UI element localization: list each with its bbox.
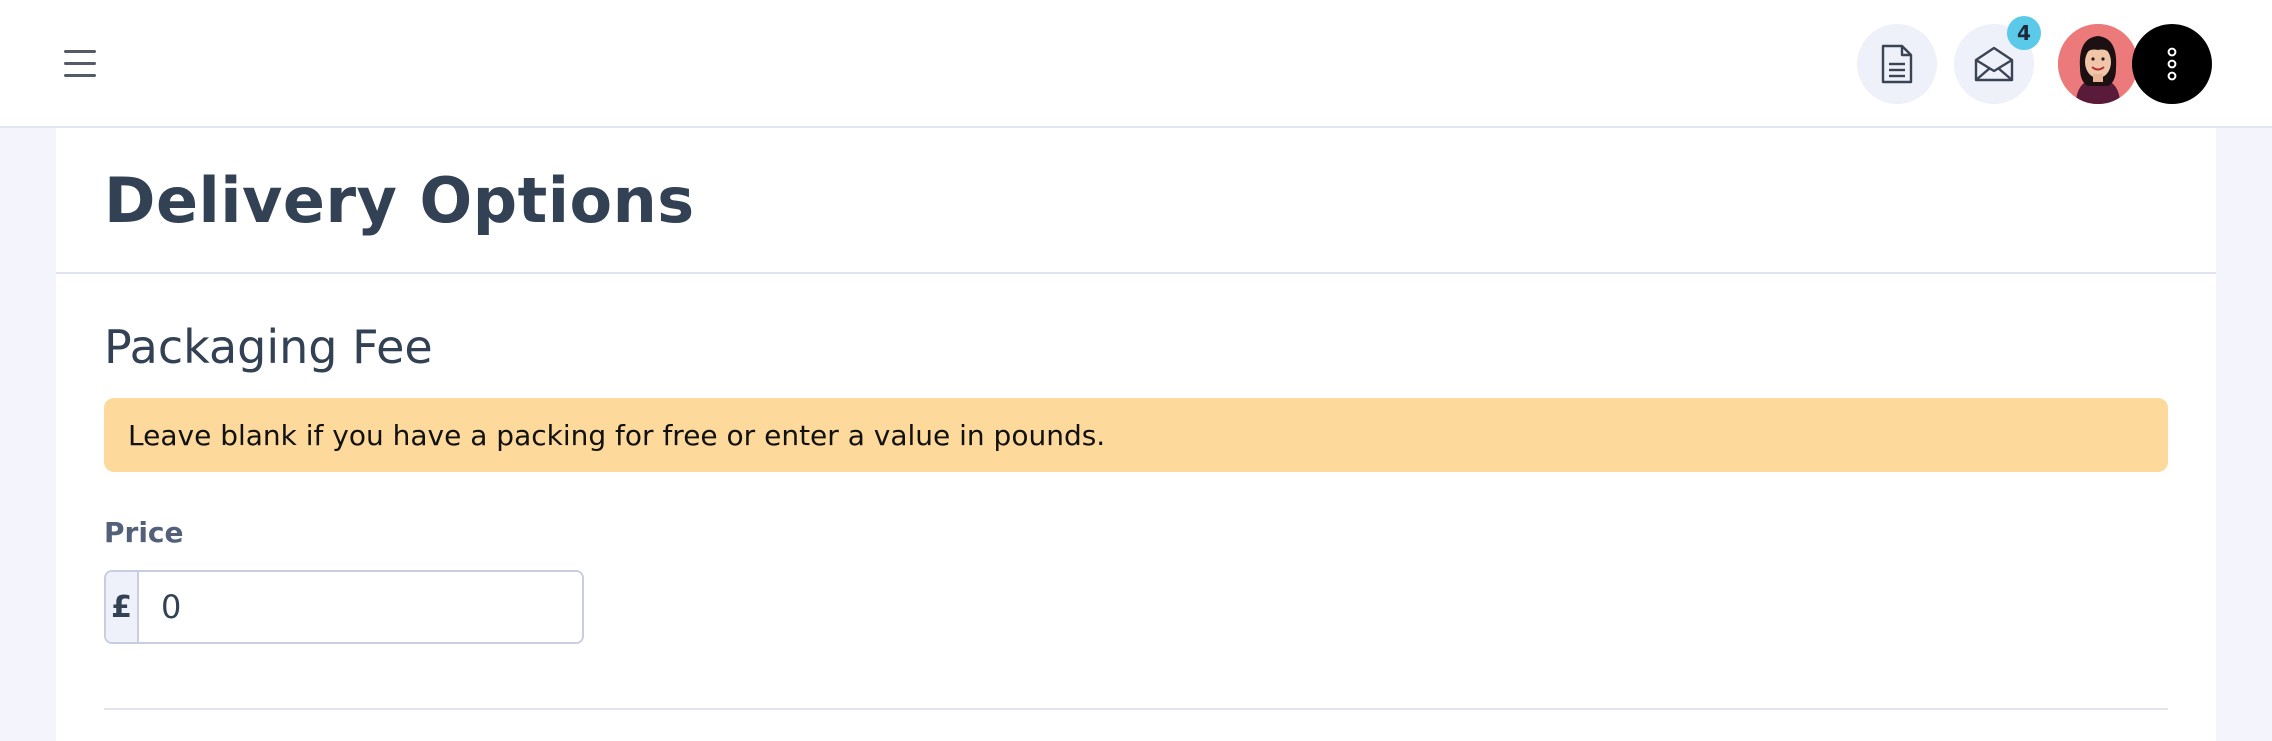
hamburger-line xyxy=(64,74,96,77)
hamburger-line xyxy=(64,62,96,65)
packaging-info-alert: Leave blank if you have a packing for fr… xyxy=(104,398,2168,472)
document-icon xyxy=(1881,44,1913,84)
documents-button[interactable] xyxy=(1857,24,1937,104)
envelope-open-icon xyxy=(1974,46,2014,82)
more-options-button[interactable] xyxy=(2132,24,2212,104)
currency-prefix: £ xyxy=(106,572,139,642)
page-title: Delivery Options xyxy=(104,164,695,237)
vertical-dots-icon xyxy=(2167,47,2177,81)
packaging-fee-heading: Packaging Fee xyxy=(104,320,433,374)
section-divider xyxy=(104,708,2168,710)
top-navbar: 4 xyxy=(0,0,2272,128)
price-label: Price xyxy=(104,516,184,549)
alert-text: Leave blank if you have a packing for fr… xyxy=(128,418,1106,452)
notification-count-badge: 4 xyxy=(2007,16,2041,50)
avatar-portrait xyxy=(2058,24,2138,104)
delivery-options-card: Delivery Options Packaging Fee Leave bla… xyxy=(56,128,2216,741)
card-header: Delivery Options xyxy=(56,128,2216,274)
price-input-group: £ xyxy=(104,570,584,644)
hamburger-line xyxy=(64,50,96,53)
hamburger-menu-icon[interactable] xyxy=(64,50,96,78)
price-input[interactable] xyxy=(139,572,582,642)
user-avatar[interactable] xyxy=(2058,24,2138,104)
